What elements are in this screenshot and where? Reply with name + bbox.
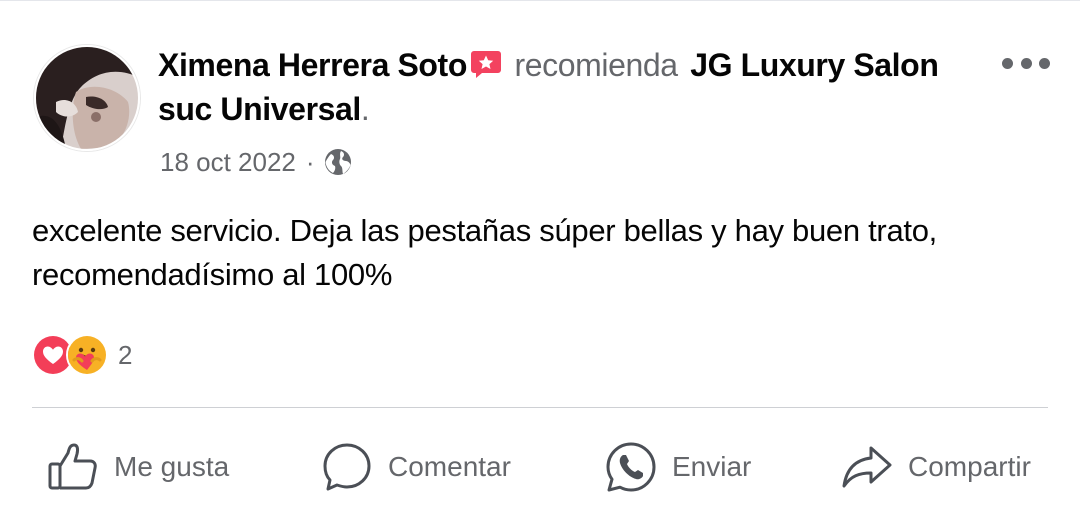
send-label: Enviar bbox=[672, 451, 752, 482]
thumbs-up-icon bbox=[48, 443, 97, 490]
more-dot bbox=[1002, 57, 1013, 69]
recommendation-post-card: Ximena Herrera Soto recomienda JG Luxury… bbox=[0, 0, 1080, 524]
recommend-badge-icon bbox=[470, 48, 502, 80]
post-date[interactable]: 18 oct 2022 bbox=[160, 147, 296, 178]
recommend-verb: recomienda bbox=[514, 47, 678, 83]
share-button[interactable]: Compartir bbox=[840, 431, 1031, 503]
like-label: Me gusta bbox=[114, 451, 230, 482]
like-button[interactable]: Me gusta bbox=[46, 431, 229, 503]
reaction-count: 2 bbox=[118, 339, 133, 370]
more-dot bbox=[1020, 57, 1032, 69]
author-avatar[interactable] bbox=[34, 45, 140, 151]
post-text-line: excelente servicio. Deja las pestañas sú… bbox=[32, 213, 937, 248]
avatar-photo bbox=[36, 47, 138, 149]
author-name[interactable]: Ximena Herrera Soto bbox=[158, 47, 467, 83]
comment-button[interactable]: Comentar bbox=[320, 431, 511, 503]
globe-icon bbox=[324, 149, 351, 175]
post-body: excelente servicio. Deja las pestañas sú… bbox=[32, 209, 1042, 297]
post-meta: 18 oct 2022 · bbox=[160, 145, 353, 179]
share-arrow-icon bbox=[842, 446, 892, 488]
comment-label: Comentar bbox=[388, 451, 511, 482]
reactions-summary[interactable]: 2 bbox=[32, 333, 132, 377]
action-divider bbox=[32, 407, 1048, 408]
whatsapp-icon bbox=[606, 442, 656, 492]
comment-bubble-icon bbox=[323, 443, 371, 491]
more-options-button[interactable] bbox=[1002, 51, 1050, 75]
post-header: Ximena Herrera Soto recomienda JG Luxury… bbox=[158, 43, 958, 131]
more-dot bbox=[1039, 57, 1050, 69]
meta-separator: · bbox=[305, 146, 315, 177]
post-text-line: recomendadísimo al 100% bbox=[32, 257, 393, 292]
share-label: Compartir bbox=[908, 451, 1031, 482]
care-reaction-icon bbox=[66, 334, 108, 376]
send-button[interactable]: Enviar bbox=[604, 431, 751, 503]
post-actions-bar: Me gusta Comentar Enviar Compartir bbox=[0, 431, 1080, 503]
header-period: . bbox=[360, 91, 370, 127]
